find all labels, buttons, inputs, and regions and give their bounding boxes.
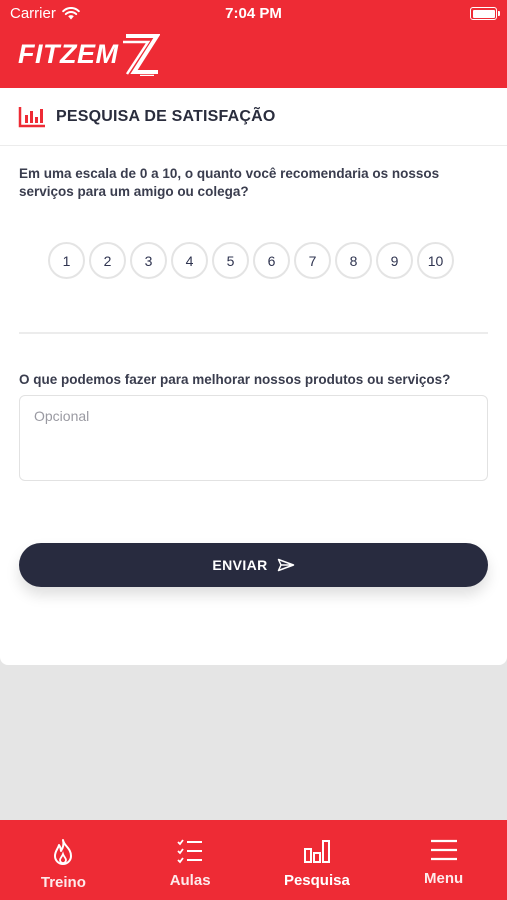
divider bbox=[19, 332, 488, 334]
tab-bar: Treino Aulas Pesquisa Menu bbox=[0, 820, 507, 900]
logo-z-icon bbox=[123, 34, 161, 76]
clock: 7:04 PM bbox=[225, 5, 282, 22]
survey-card: PESQUISA DE SATISFAÇÃO Em uma escala de … bbox=[0, 88, 507, 665]
score-button-7[interactable]: 7 bbox=[294, 242, 331, 279]
score-button-10[interactable]: 10 bbox=[417, 242, 454, 279]
score-button-4[interactable]: 4 bbox=[171, 242, 208, 279]
score-button-9[interactable]: 9 bbox=[376, 242, 413, 279]
score-button-8[interactable]: 8 bbox=[335, 242, 372, 279]
card-title: PESQUISA DE SATISFAÇÃO bbox=[56, 107, 276, 125]
tab-treino[interactable]: Treino bbox=[0, 820, 127, 900]
tab-menu-label: Menu bbox=[424, 870, 464, 887]
nps-scale: 1 2 3 4 5 6 7 8 9 10 bbox=[48, 242, 454, 279]
score-button-5[interactable]: 5 bbox=[212, 242, 249, 279]
logo-text: FITZEM bbox=[18, 38, 119, 69]
score-button-1[interactable]: 1 bbox=[48, 242, 85, 279]
tab-pesquisa-label: Pesquisa bbox=[283, 872, 350, 889]
send-button[interactable]: ENVIAR bbox=[19, 543, 488, 587]
score-button-2[interactable]: 2 bbox=[89, 242, 126, 279]
survey-chart-icon bbox=[18, 106, 45, 127]
tab-aulas-label: Aulas bbox=[169, 872, 211, 889]
fitzem-logo: FITZEM bbox=[18, 32, 161, 76]
nps-question: Em uma escala de 0 a 10, o quanto você r… bbox=[19, 166, 440, 199]
tab-aulas[interactable]: Aulas bbox=[127, 820, 254, 900]
battery-icon bbox=[470, 7, 500, 20]
app-header: FITZEM bbox=[0, 28, 507, 88]
feedback-input[interactable] bbox=[19, 395, 488, 481]
checklist-icon bbox=[177, 839, 203, 864]
hamburger-menu-icon bbox=[430, 839, 457, 861]
flame-icon bbox=[54, 839, 73, 865]
tab-treino-label: Treino bbox=[40, 874, 86, 891]
send-button-label: ENVIAR bbox=[212, 557, 268, 573]
score-button-6[interactable]: 6 bbox=[253, 242, 290, 279]
tab-pesquisa[interactable]: Pesquisa bbox=[254, 820, 381, 900]
status-bar: Carrier 7:04 PM bbox=[0, 0, 507, 28]
send-icon bbox=[277, 558, 294, 572]
tab-menu[interactable]: Menu bbox=[380, 820, 507, 900]
bar-chart-icon bbox=[303, 840, 330, 863]
card-header: PESQUISA DE SATISFAÇÃO bbox=[0, 88, 507, 146]
improvement-question: O que podemos fazer para melhorar nossos… bbox=[19, 372, 451, 387]
score-button-3[interactable]: 3 bbox=[130, 242, 167, 279]
